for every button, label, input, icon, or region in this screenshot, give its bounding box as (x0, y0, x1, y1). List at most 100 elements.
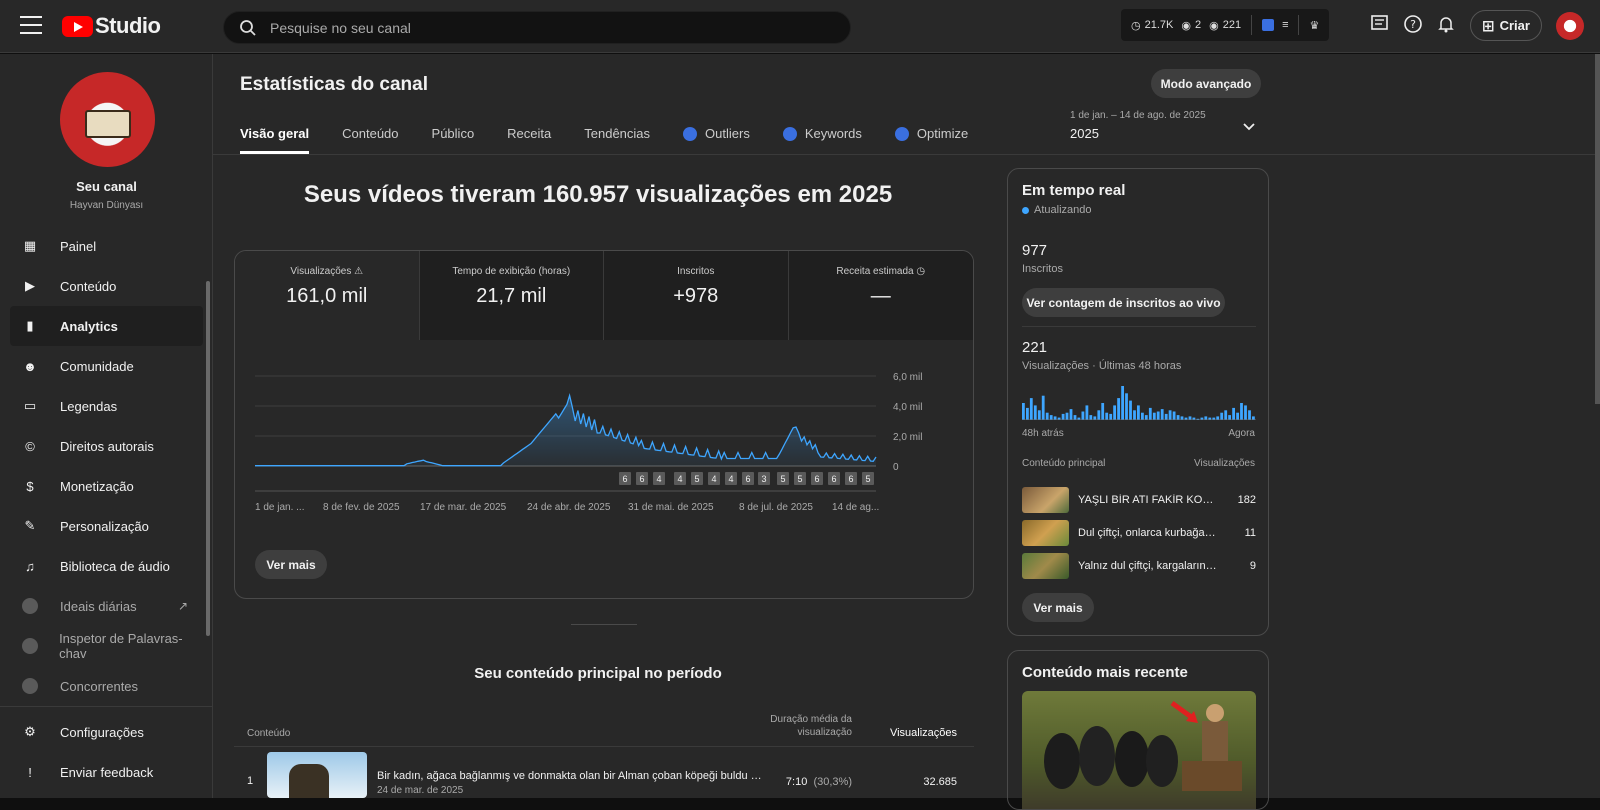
video-thumbnail[interactable] (267, 752, 367, 798)
video-marker-label: 6 (814, 474, 819, 484)
tabs-divider (213, 154, 1600, 155)
realtime-see-more-button[interactable]: Ver mais (1022, 593, 1094, 622)
sidebar-item-feedback[interactable]: ! Enviar feedback (10, 752, 203, 792)
sidebar-item-painel[interactable]: ▦ Painel (10, 226, 203, 266)
realtime-video-item[interactable]: Yalnız dul çiftçi, kargaların ort... 9 (1022, 553, 1256, 579)
top-content-label: Conteúdo principal (1022, 458, 1106, 469)
y-tick-label: 0 (893, 462, 899, 473)
realtime-bar (1041, 395, 1045, 420)
sidebar-item-comunidade[interactable]: ☻ Comunidade (10, 346, 203, 386)
tab-outliers[interactable]: Outliers (683, 114, 750, 154)
search-input[interactable] (270, 12, 830, 43)
page-scrollbar-thumb[interactable] (1595, 54, 1600, 404)
video-views: 182 (1237, 494, 1256, 506)
tab-conteudo[interactable]: Conteúdo (342, 114, 398, 154)
metric-subscribers[interactable]: Inscritos +978 (604, 251, 789, 340)
tab-optimize[interactable]: Optimize (894, 114, 968, 154)
metric-watch-time[interactable]: Tempo de exibição (horas) 21,7 mil (419, 251, 604, 340)
video-marker-label: 4 (677, 474, 682, 484)
tab-visao-geral[interactable]: Visão geral (240, 114, 310, 154)
table-row[interactable]: 1 Bir kadın, ağaca bağlanmış ve donmakta… (247, 752, 957, 798)
page-scrollbar[interactable] (1595, 54, 1600, 798)
tab-label: Tendências (584, 126, 651, 141)
tab-keywords[interactable]: Keywords (782, 114, 862, 154)
trophy-icon[interactable]: ♛ (1309, 19, 1319, 32)
realtime-bar (1026, 407, 1029, 420)
realtime-bar (1065, 412, 1069, 420)
dashboard-icon: ▦ (23, 238, 37, 253)
sidebar-item-ideias[interactable]: Ideais diárias ↗ (10, 586, 203, 626)
advanced-mode-button[interactable]: Modo avançado (1151, 69, 1261, 98)
sidebar-item-personalizacao[interactable]: ✎ Personalização (10, 506, 203, 546)
sidebar-item-conteudo[interactable]: ▶ Conteúdo (10, 266, 203, 306)
content-icon: ▶ (25, 278, 35, 293)
notifications-icon[interactable] (1436, 14, 1456, 34)
sidebar-item-label: Configurações (60, 724, 144, 740)
realtime-views-value: 221 (1022, 339, 1048, 356)
column-header-views[interactable]: Visualizações (867, 727, 957, 739)
y-tick-label: 4,0 mil (893, 402, 922, 413)
sidebar-item-label: Ideais diárias (60, 598, 137, 614)
clock-icon: ◷ (916, 266, 926, 277)
sidebar-item-configuracoes[interactable]: ⚙ Configurações (10, 712, 203, 752)
avg-duration: 7:10 (30,3%) (757, 776, 852, 788)
realtime-video-item[interactable]: YAŞLI BİR ATI FAKİR KOŞU... 182 (1022, 487, 1256, 513)
column-header-duration[interactable]: Duração média da visualização (752, 713, 852, 739)
status-text: Atualizando (1034, 204, 1092, 216)
book-icon (85, 110, 131, 138)
date-range-label: 1 de jan. – 14 de ago. de 2025 (1070, 110, 1206, 121)
video-title[interactable]: Bir kadın, ağaca bağlanmış ve donmakta o… (377, 770, 767, 782)
studio-logo[interactable]: Studio (62, 13, 161, 39)
metric-views[interactable]: Visualizações ⚠ 161,0 mil (235, 251, 420, 340)
account-avatar[interactable] (1556, 12, 1584, 40)
realtime-bar (1061, 413, 1065, 420)
duration-percent: (30,3%) (813, 776, 852, 788)
tab-label: Conteúdo (342, 126, 399, 141)
realtime-bar (1232, 407, 1235, 420)
tab-tendencias[interactable]: Tendências (584, 114, 650, 154)
sidebar-item-audio[interactable]: ♫ Biblioteca de áudio (10, 546, 203, 586)
sidebar-item-monetizacao[interactable]: $ Monetização (10, 466, 203, 506)
extension-stats-pill[interactable]: ◷ 21.7K ◉ 2 ◉ 221 ≡ ♛ (1121, 9, 1329, 41)
live-subs-button[interactable]: Ver contagem de inscritos ao vivo (1022, 288, 1225, 317)
help-icon[interactable]: ? (1403, 14, 1423, 34)
realtime-bar (1152, 412, 1156, 420)
realtime-bar (1148, 407, 1152, 420)
video-marker-label: 4 (728, 474, 733, 484)
metric-revenue[interactable]: Receita estimada ◷ — (788, 251, 973, 340)
recent-content-title: Conteúdo mais recente (1022, 664, 1188, 681)
sidebar-item-concorrentes[interactable]: Concorrentes (10, 666, 203, 706)
recent-video-thumbnail[interactable] (1022, 691, 1256, 809)
see-more-button[interactable]: Ver mais (255, 550, 327, 579)
sidebar-item-direitos[interactable]: © Direitos autorais (10, 426, 203, 466)
comments-icon[interactable] (1370, 14, 1390, 34)
views-chart[interactable]: 6,0 mil 4,0 mil 2,0 mil 0 6 6 4 4 5 4 4 6 3 5 5 6 6 6 5 1 d… (235, 340, 973, 540)
realtime-bar (1180, 416, 1184, 420)
sidebar-item-legendas[interactable]: ▭ Legendas (10, 386, 203, 426)
realtime-bar-chart[interactable] (1022, 384, 1256, 420)
tab-publico[interactable]: Público (432, 114, 475, 154)
video-thumbnail (1022, 520, 1069, 546)
sidebar-item-inspetor[interactable]: Inspetor de Palavras-chav (10, 626, 203, 666)
menu-icon[interactable] (20, 16, 42, 36)
metric-label: Receita estimada (836, 266, 914, 277)
extension-icon[interactable] (1262, 19, 1275, 31)
clock-icon: ◷ (1131, 19, 1141, 32)
stat-watching: 2 (1194, 19, 1202, 31)
video-marker-label: 5 (780, 474, 785, 484)
create-button[interactable]: ⊞ Criar (1470, 10, 1542, 41)
list-icon[interactable]: ≡ (1282, 19, 1288, 31)
realtime-video-item[interactable]: Dul çiftçi, onlarca kurbağayl... 11 (1022, 520, 1256, 546)
channel-avatar[interactable] (60, 72, 155, 167)
sidebar-scrollbar[interactable] (206, 281, 210, 636)
tab-receita[interactable]: Receita (507, 114, 551, 154)
realtime-bar (1037, 410, 1041, 420)
realtime-subs-value: 977 (1022, 242, 1048, 259)
search-bar[interactable] (223, 11, 851, 44)
date-range-picker[interactable]: 1 de jan. – 14 de ago. de 2025 2025 (1070, 110, 1270, 141)
sidebar-item-analytics[interactable]: ▮ Analytics (10, 306, 203, 346)
x-tick-label: 8 de jul. de 2025 (739, 502, 813, 513)
audio-library-icon: ♫ (25, 558, 35, 574)
realtime-bar (1133, 410, 1136, 420)
video-marker-label: 5 (694, 474, 699, 484)
